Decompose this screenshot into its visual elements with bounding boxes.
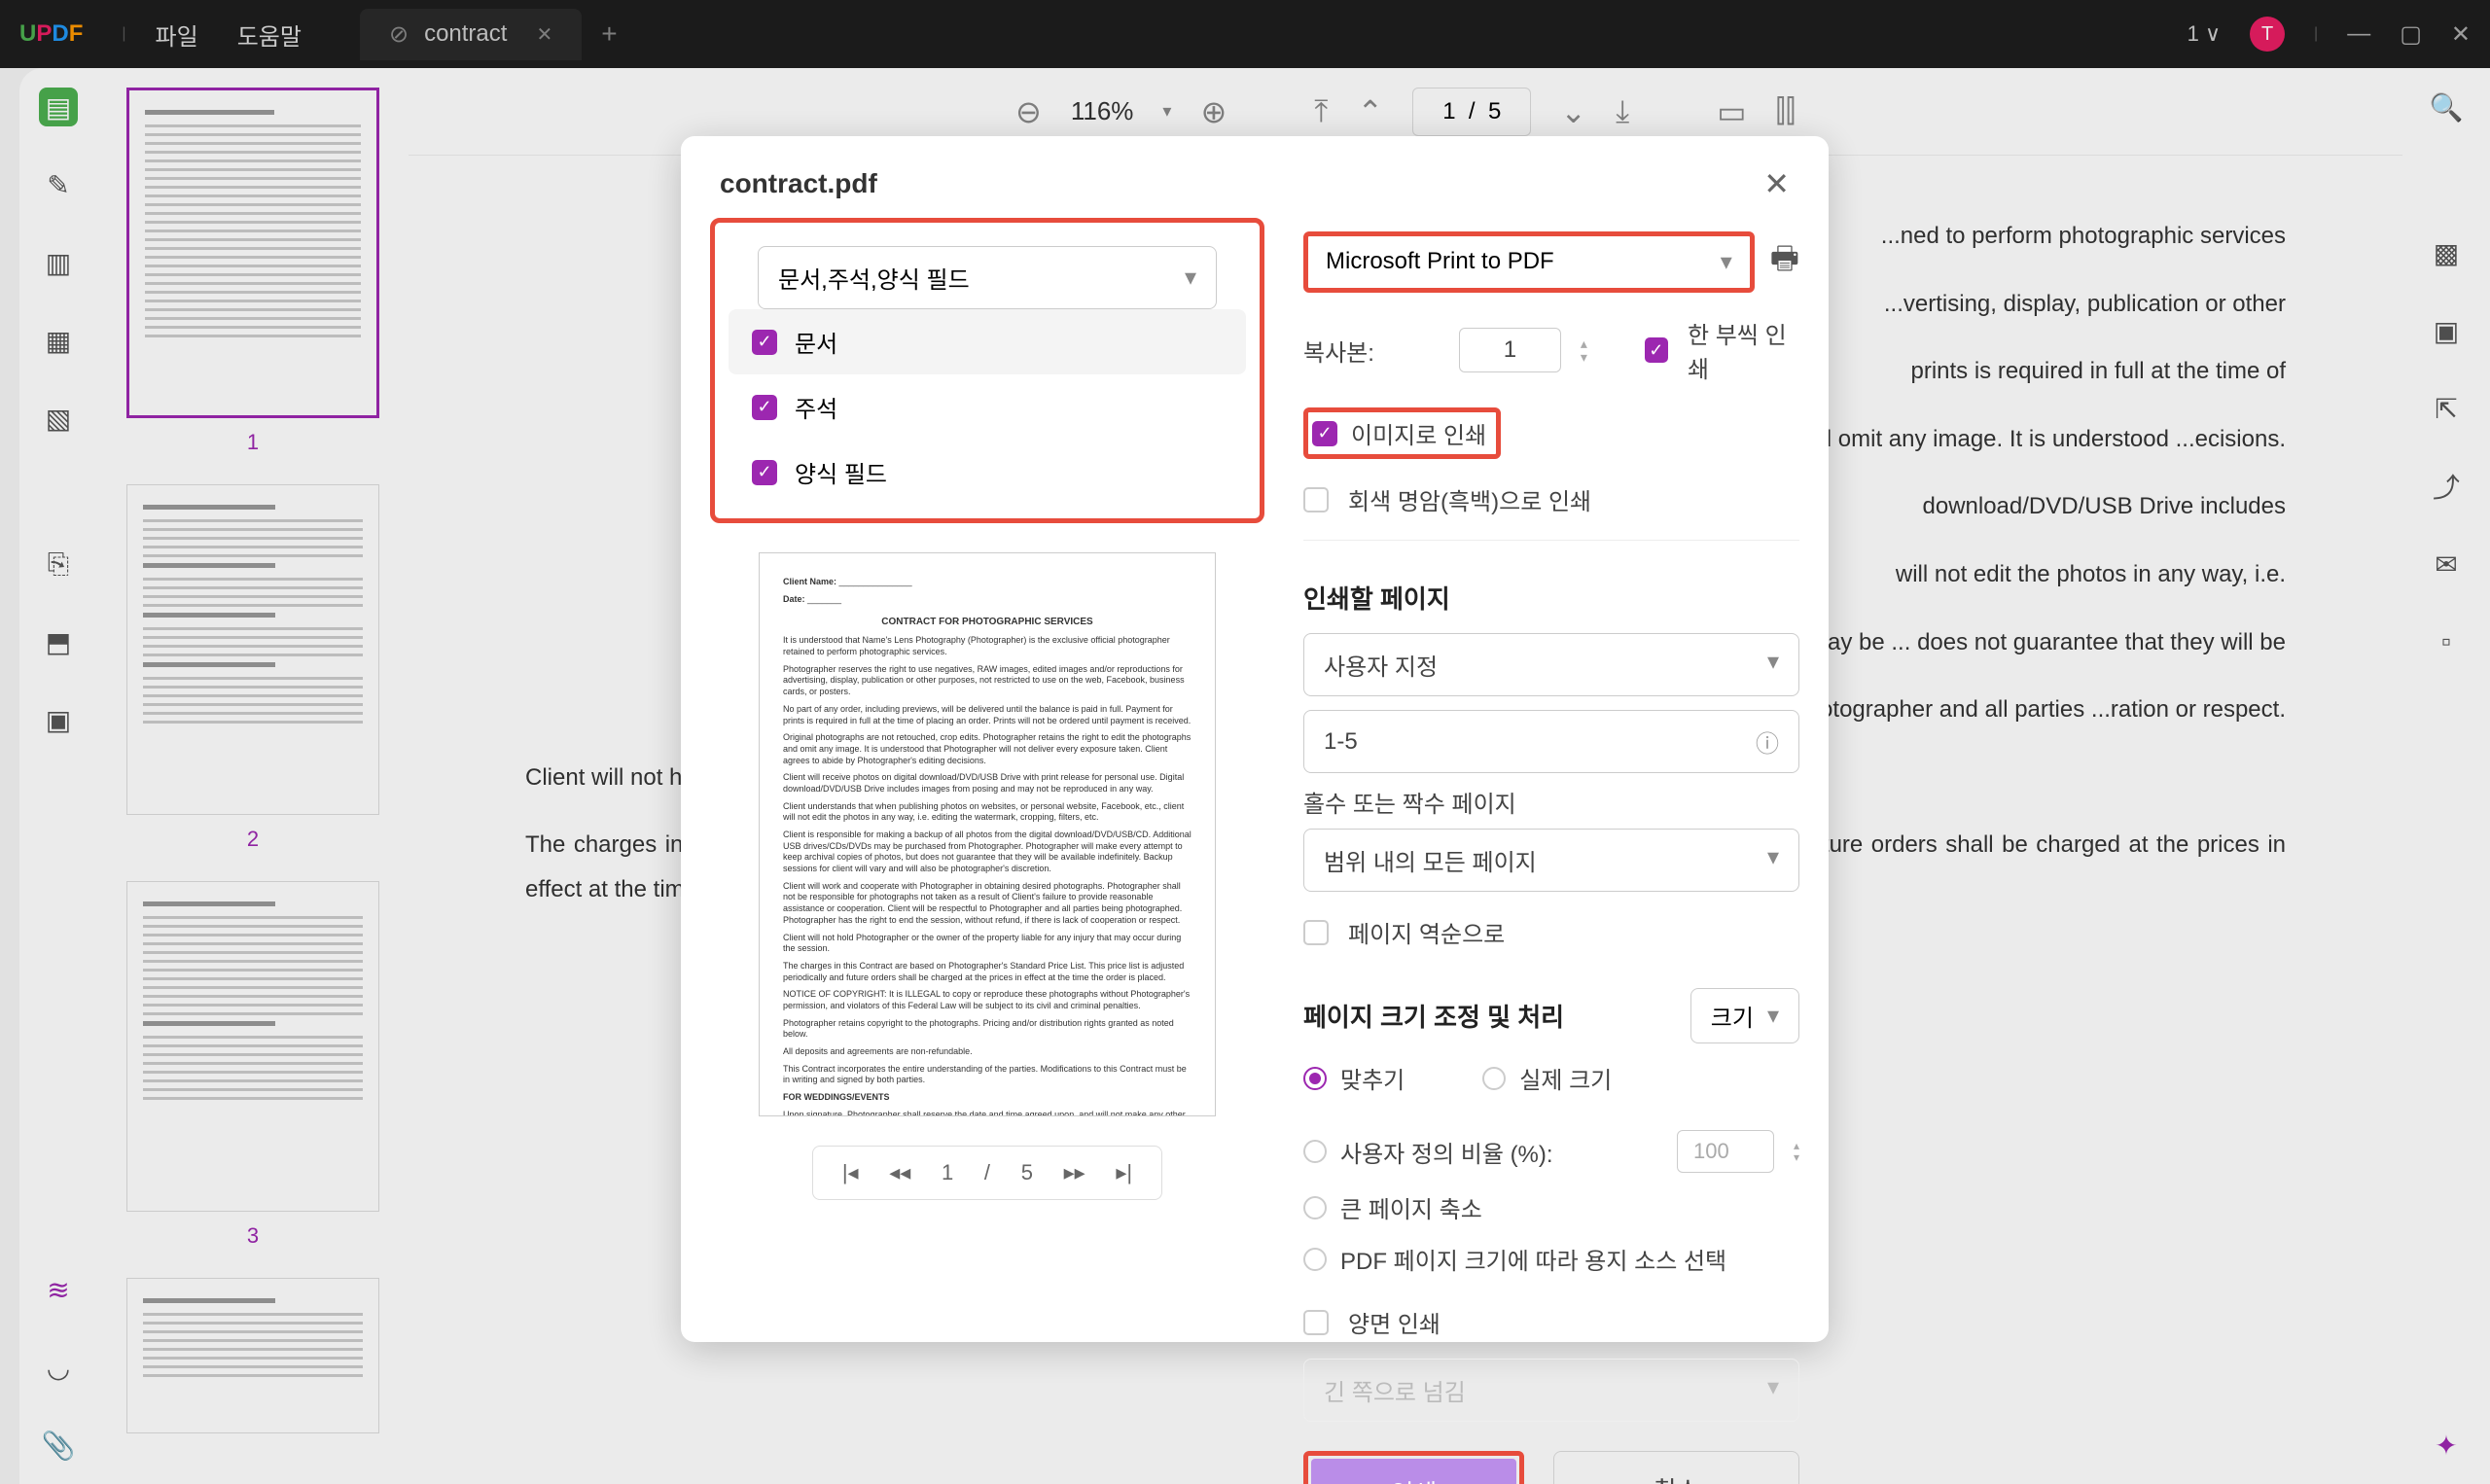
- content-select[interactable]: 문서,주석,양식 필드 ▾: [758, 246, 1217, 309]
- modal-close-icon[interactable]: ✕: [1763, 165, 1790, 202]
- odd-even-select[interactable]: 범위 내의 모든 페이지 ▾: [1303, 829, 1799, 892]
- radio-on-icon: [1303, 1067, 1327, 1090]
- page-range-type-select[interactable]: 사용자 지정 ▾: [1303, 633, 1799, 696]
- checkbox-on-icon: ✓: [752, 330, 777, 355]
- pager-last-icon[interactable]: ▸|: [1116, 1160, 1132, 1185]
- collate-checkbox[interactable]: ✓: [1645, 337, 1668, 363]
- print-as-image-checkbox[interactable]: ✓: [1312, 421, 1337, 446]
- print-as-image-option[interactable]: ✓ 이미지로 인쇄: [1303, 407, 1501, 459]
- sizing-section-title: 페이지 크기 조정 및 처리: [1303, 998, 1564, 1034]
- scale-percent-input[interactable]: 100: [1677, 1130, 1774, 1173]
- flip-select-disabled: 긴 쪽으로 넘김 ▾: [1303, 1359, 1799, 1422]
- collate-label: 한 부씩 인쇄: [1688, 316, 1799, 384]
- printer-settings-icon[interactable]: 🖶: [1770, 236, 1799, 289]
- print-button[interactable]: 인쇄: [1311, 1459, 1516, 1484]
- cancel-button[interactable]: 취소: [1553, 1451, 1799, 1484]
- dropdown-icon: ▾: [1185, 264, 1196, 292]
- custom-scale-option[interactable]: 사용자 정의 비율 (%): 100 ▴▾: [1303, 1130, 1799, 1173]
- print-left-panel: 문서,주석,양식 필드 ▾ ✓ 문서 ✓ 주석 ✓ 양식 필드 Client N…: [710, 222, 1264, 1484]
- checkbox-on-icon: ✓: [752, 460, 777, 485]
- print-right-panel: Microsoft Print to PDF ▾ 🖶 복사본: 1 ▴▾ ✓ 한…: [1303, 222, 1799, 1484]
- shrink-option[interactable]: 큰 페이지 축소: [1303, 1190, 1799, 1224]
- radio-off-icon: [1303, 1196, 1327, 1219]
- checkbox-on-icon: ✓: [752, 395, 777, 420]
- actual-size-option[interactable]: 실제 크기: [1482, 1061, 1612, 1095]
- pager-total: 5: [1021, 1160, 1033, 1185]
- pager-prev-icon[interactable]: ◂◂: [889, 1160, 910, 1185]
- preview-pager: |◂ ◂◂ 1 / 5 ▸▸ ▸|: [812, 1146, 1162, 1200]
- copies-label: 복사본:: [1303, 334, 1420, 368]
- reverse-label: 페이지 역순으로: [1348, 915, 1505, 949]
- spinner-icon[interactable]: ▴▾: [1581, 336, 1587, 364]
- modal-title: contract.pdf: [720, 168, 877, 199]
- pager-current[interactable]: 1: [942, 1160, 953, 1185]
- content-option-form[interactable]: ✓ 양식 필드: [729, 440, 1246, 505]
- radio-off-icon: [1482, 1067, 1506, 1090]
- pager-first-icon[interactable]: |◂: [842, 1160, 859, 1185]
- grayscale-label: 회색 명암(흑백)으로 인쇄: [1348, 482, 1591, 516]
- print-button-highlight: 인쇄: [1303, 1451, 1524, 1484]
- paper-source-option[interactable]: PDF 페이지 크기에 따라 용지 소스 선택: [1303, 1242, 1799, 1276]
- dropdown-icon: ▾: [1767, 843, 1779, 877]
- dropdown-icon: ▾: [1767, 1002, 1779, 1030]
- odd-even-label: 홀수 또는 짝수 페이지: [1303, 785, 1799, 819]
- pager-next-icon[interactable]: ▸▸: [1064, 1160, 1085, 1185]
- reverse-checkbox[interactable]: [1303, 920, 1329, 945]
- dropdown-icon: ▾: [1721, 248, 1732, 276]
- pages-section-title: 인쇄할 페이지: [1303, 580, 1799, 616]
- radio-off-icon: [1303, 1140, 1327, 1163]
- duplex-checkbox[interactable]: [1303, 1310, 1329, 1335]
- content-options-box: 문서,주석,양식 필드 ▾ ✓ 문서 ✓ 주석 ✓ 양식 필드: [710, 218, 1264, 523]
- radio-off-icon: [1303, 1248, 1327, 1271]
- content-option-document[interactable]: ✓ 문서: [729, 309, 1246, 374]
- duplex-label: 양면 인쇄: [1348, 1305, 1441, 1339]
- copies-input[interactable]: 1: [1459, 328, 1561, 372]
- fit-option[interactable]: 맞추기: [1303, 1061, 1405, 1095]
- content-option-annotation[interactable]: ✓ 주석: [729, 374, 1246, 440]
- print-preview: Client Name: _______________ Date: _____…: [759, 552, 1216, 1116]
- print-dialog: contract.pdf ✕ 문서,주석,양식 필드 ▾ ✓ 문서 ✓ 주석 ✓: [681, 136, 1829, 1342]
- info-icon[interactable]: ⓘ: [1756, 724, 1779, 759]
- printer-select[interactable]: Microsoft Print to PDF ▾: [1303, 231, 1755, 293]
- dropdown-icon: ▾: [1767, 1373, 1779, 1407]
- spinner-icon[interactable]: ▴▾: [1794, 1140, 1799, 1163]
- grayscale-checkbox[interactable]: [1303, 487, 1329, 512]
- dropdown-icon: ▾: [1767, 648, 1779, 682]
- size-mode-select[interactable]: 크기 ▾: [1690, 988, 1799, 1043]
- page-range-input[interactable]: 1-5 ⓘ: [1303, 710, 1799, 773]
